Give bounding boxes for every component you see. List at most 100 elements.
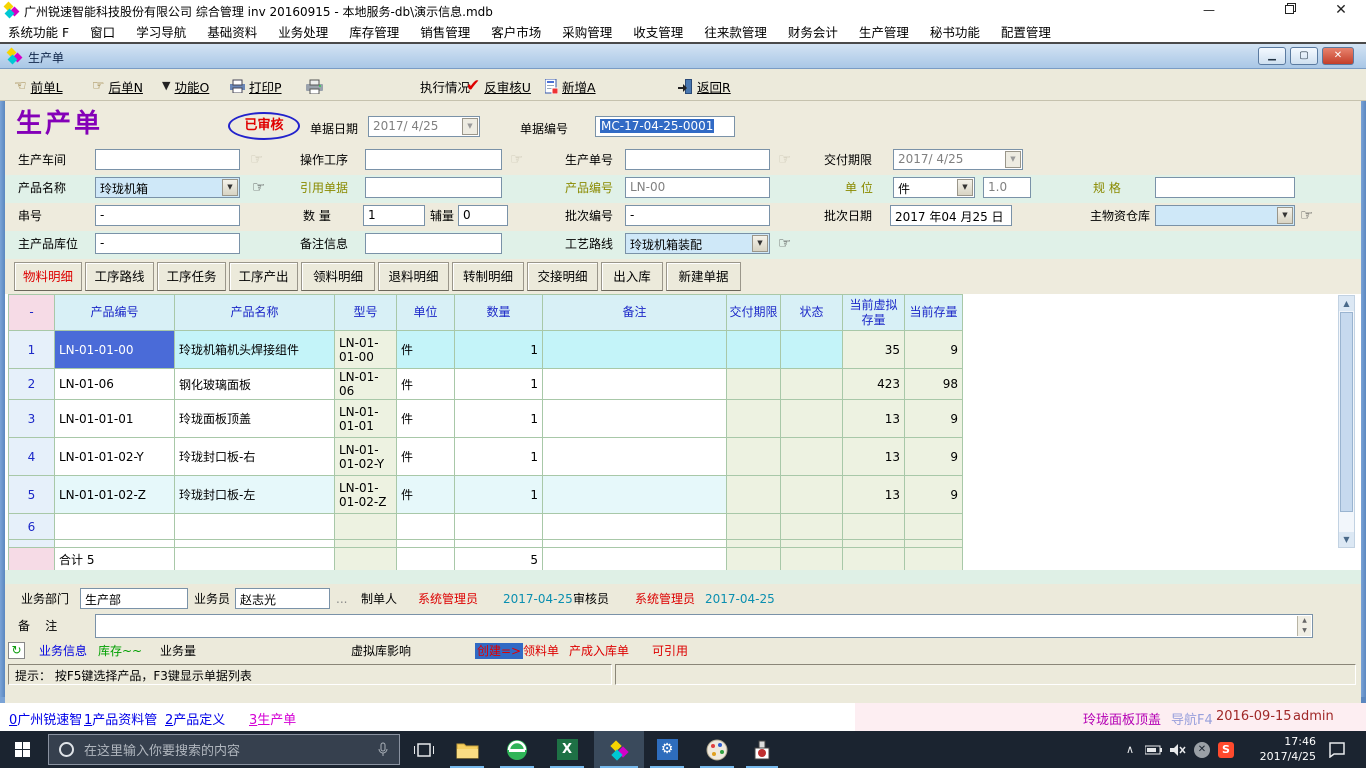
minimize-button[interactable]: — [1200, 2, 1218, 18]
qty-input[interactable]: 1 [363, 205, 425, 226]
create-label[interactable]: 创建=> [475, 643, 523, 659]
tab-process-route[interactable]: 工序路线 [85, 262, 154, 291]
print-button[interactable]: 打印P [230, 76, 282, 96]
hand-icon[interactable]: ☞ [778, 234, 791, 252]
paint-app-button[interactable] [694, 731, 740, 768]
function-button[interactable]: ▼ 功能O [162, 76, 209, 96]
table-row[interactable]: 6 [9, 514, 963, 540]
tab-return-detail[interactable]: 退料明细 [378, 262, 449, 291]
menu-item-learning-nav[interactable]: 学习导航 [136, 22, 186, 41]
batch-date-input[interactable]: 2017 年04 月25 日 [890, 205, 1012, 226]
stamp-app-button[interactable] [740, 731, 784, 768]
table-row[interactable]: 2 LN-01-06 钢化玻璃面板 LN-01-06 件 1 423 98 [9, 369, 963, 400]
erp-app-button[interactable] [594, 731, 644, 768]
table-row[interactable]: 4 LN-01-01-02-Y 玲珑封口板-右 LN-01-01-02-Y 件 … [9, 438, 963, 476]
menu-item-inventory[interactable]: 库存管理 [349, 22, 399, 41]
tray-close-icon[interactable]: ✕ [1190, 731, 1214, 768]
mdi-tab-main[interactable]: 0广州锐速智 [9, 709, 82, 728]
unaudit-button[interactable]: ✔ 反审核U [466, 76, 531, 96]
taskbar-search[interactable]: 在这里输入你要搜索的内容 [48, 734, 400, 765]
dropdown-arrow[interactable]: ▼ [222, 179, 238, 196]
next-doc-button[interactable]: ☞ 后单N [92, 76, 143, 96]
menu-item-system[interactable]: 系统功能 F [8, 22, 69, 41]
stock-link[interactable]: 库存~~ [98, 643, 142, 659]
order-no-input[interactable] [625, 149, 770, 170]
hand-icon[interactable]: ☞ [252, 178, 265, 196]
product-name-combo[interactable]: 玲珑机箱 ▼ [95, 177, 240, 198]
route-combo[interactable]: 玲珑机箱装配 ▼ [625, 233, 770, 254]
clerk-input[interactable]: 赵志光 [235, 588, 330, 609]
unit-combo[interactable]: 件 ▼ [893, 177, 975, 198]
menu-item-config[interactable]: 配置管理 [1001, 22, 1051, 41]
child-maximize-button[interactable]: ▢ [1290, 47, 1318, 65]
table-row[interactable]: 1 LN-01-01-00 玲珑机箱机头焊接组件 LN-01-01-00 件 1… [9, 331, 963, 369]
tab-process-task[interactable]: 工序任务 [157, 262, 226, 291]
note-input[interactable] [365, 233, 502, 254]
more-button[interactable]: ... [336, 591, 347, 607]
ref-doc-input[interactable] [365, 177, 502, 198]
scroll-down-icon[interactable]: ▼ [1339, 532, 1354, 547]
picking-doc-link[interactable]: 领料单 [523, 643, 559, 659]
menu-item-sales[interactable]: 销售管理 [420, 22, 470, 41]
prev-doc-button[interactable]: ☜ 前单L [14, 76, 63, 96]
tab-handover-detail[interactable]: 交接明细 [527, 262, 598, 291]
table-row[interactable]: 5 LN-01-01-02-Z 玲珑封口板-左 LN-01-01-02-Z 件 … [9, 476, 963, 514]
menu-item-window[interactable]: 窗口 [90, 22, 115, 41]
menu-item-purchase[interactable]: 采购管理 [562, 22, 612, 41]
task-view-button[interactable] [404, 731, 444, 768]
settings-app-button[interactable]: ⚙ [644, 731, 690, 768]
spec-input[interactable] [1155, 177, 1295, 198]
dropdown-arrow[interactable]: ▼ [1005, 151, 1021, 168]
warehouse-combo[interactable]: ▼ [1155, 205, 1295, 226]
excel-button[interactable]: X [544, 731, 590, 768]
material-detail-table[interactable]: - 产品编号 产品名称 型号 单位 数量 备注 交付期限 状态 当前虚拟存量 当… [8, 294, 963, 572]
tab-picking-detail[interactable]: 领料明细 [301, 262, 375, 291]
mdi-tab-production-order[interactable]: 3生产单 [249, 709, 296, 728]
tray-expand-button[interactable]: ∧ [1118, 731, 1142, 768]
refresh-icon[interactable]: ↻ [8, 642, 25, 659]
volume-muted-icon[interactable] [1166, 731, 1190, 768]
deadline-combo[interactable]: 2017/ 4/25 ▼ [893, 149, 1023, 170]
menu-item-accounts[interactable]: 往来款管理 [704, 22, 767, 41]
table-scrollbar[interactable]: ▲ ▼ [1338, 295, 1355, 548]
restore-button[interactable] [1280, 2, 1298, 18]
serial-input[interactable]: - [95, 205, 240, 226]
action-center-button[interactable] [1322, 731, 1352, 768]
process-input[interactable] [365, 149, 502, 170]
menu-item-production[interactable]: 生产管理 [859, 22, 909, 41]
printer-button[interactable] [306, 76, 323, 96]
menu-item-financial-accounting[interactable]: 财务会计 [788, 22, 838, 41]
referable-link[interactable]: 可引用 [652, 643, 688, 659]
menu-item-secretary[interactable]: 秘书功能 [930, 22, 980, 41]
selected-cell[interactable]: LN-01-01-00 [55, 331, 175, 369]
battery-icon[interactable] [1142, 731, 1166, 768]
tab-material-detail[interactable]: 物料明细 [14, 262, 82, 291]
tab-transfer-detail[interactable]: 转制明细 [452, 262, 524, 291]
doc-no-input[interactable]: MC-17-04-25-0001 [595, 116, 735, 137]
product-code-input[interactable]: LN-00 [625, 177, 770, 198]
menu-item-income-expense[interactable]: 收支管理 [633, 22, 683, 41]
add-new-button[interactable]: 新增A [545, 76, 596, 96]
browser-button[interactable] [494, 731, 540, 768]
tab-process-output[interactable]: 工序产出 [229, 262, 298, 291]
spinner-icon[interactable]: ▲▼ [1297, 616, 1311, 636]
child-minimize-button[interactable]: ▁ [1258, 47, 1286, 65]
aux-qty-input[interactable]: 0 [458, 205, 508, 226]
finished-in-doc-link[interactable]: 产成入库单 [569, 643, 629, 659]
table-row[interactable]: 3 LN-01-01-01 玲珑面板顶盖 LN-01-01-01 件 1 13 … [9, 400, 963, 438]
scroll-thumb[interactable] [1340, 312, 1353, 512]
tab-in-out-warehouse[interactable]: 出入库 [601, 262, 663, 291]
mic-icon[interactable] [377, 742, 389, 758]
back-button[interactable]: 返回R [678, 76, 731, 96]
hand-icon[interactable]: ☞ [1300, 206, 1313, 224]
menu-item-base-data[interactable]: 基础资料 [207, 22, 257, 41]
menu-item-business[interactable]: 业务处理 [278, 22, 328, 41]
exec-status-button[interactable]: 执行情况 [420, 76, 470, 96]
mdi-tab-product-data[interactable]: 1产品资料管 [84, 709, 157, 728]
scroll-up-icon[interactable]: ▲ [1339, 296, 1354, 311]
doc-date-combo[interactable]: 2017/ 4/25 ▼ [368, 116, 480, 137]
sogou-tray-icon[interactable]: S [1214, 731, 1238, 768]
dropdown-arrow[interactable]: ▼ [1277, 207, 1293, 224]
batch-no-input[interactable]: - [625, 205, 770, 226]
file-explorer-button[interactable] [444, 731, 490, 768]
